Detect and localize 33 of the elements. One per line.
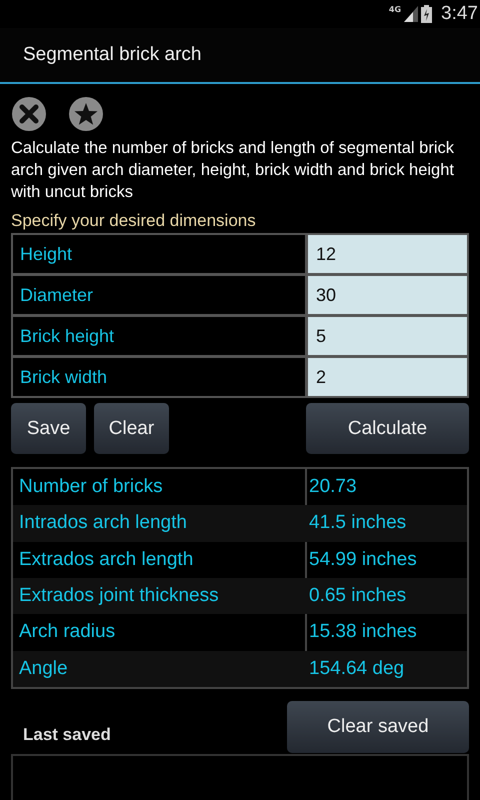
input-field[interactable]: 5 — [308, 317, 467, 355]
result-value: 20.73 — [308, 476, 357, 498]
result-label: Arch radius — [18, 621, 116, 644]
signal-icon — [404, 6, 418, 22]
battery-charging-icon — [421, 5, 432, 23]
input-field[interactable]: 12 — [308, 235, 467, 273]
save-button[interactable]: Save — [11, 403, 86, 454]
result-value: 0.65 inches — [308, 585, 406, 608]
section-heading: Specify your desired dimensions — [11, 211, 257, 231]
screen-title: Segmental brick arch — [23, 44, 202, 66]
calculate-button[interactable]: Calculate — [306, 403, 469, 454]
description-text: Calculate the number of bricks and length of segmental brick arch given arch diameter, height, brick width and brick height with uncut bricks — [11, 138, 455, 203]
result-value: 154.64 deg — [308, 658, 404, 680]
result-value: 41.5 inches — [308, 512, 406, 534]
network-type: 4G — [388, 5, 402, 14]
last-saved-heading: Last saved — [22, 725, 111, 745]
result-value: 15.38 inches — [308, 621, 417, 644]
input-field[interactable]: 30 — [308, 276, 467, 314]
result-label: Intrados arch length — [18, 512, 188, 534]
result-label: Number of bricks — [18, 476, 164, 498]
result-label: Extrados joint thickness — [18, 585, 220, 608]
result-value: 54.99 inches — [308, 548, 417, 571]
input-label: Brick height — [13, 317, 305, 355]
close-icon[interactable] — [11, 96, 47, 132]
result-label: Angle — [18, 658, 69, 680]
clock: 3:47 — [441, 3, 478, 25]
input-label: Brick width — [13, 358, 305, 396]
input-label: Diameter — [13, 276, 305, 314]
input-field[interactable]: 2 — [308, 358, 467, 396]
clear-saved-button[interactable]: Clear saved — [287, 701, 469, 753]
input-label: Height — [13, 235, 305, 273]
result-label: Extrados arch length — [18, 548, 194, 571]
clear-button[interactable]: Clear — [94, 403, 169, 454]
